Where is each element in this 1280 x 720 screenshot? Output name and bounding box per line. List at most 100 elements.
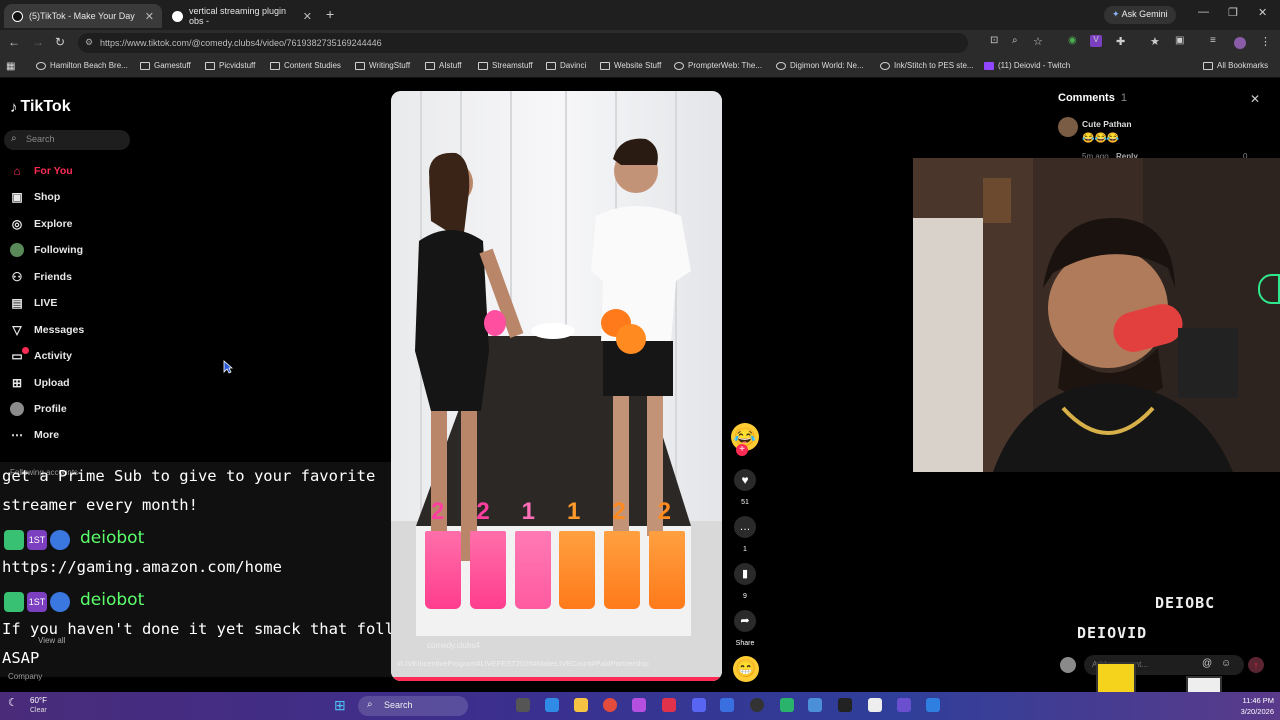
apps-grid-icon[interactable]: ▦: [6, 61, 15, 72]
tiktok-logo[interactable]: ♪ TikTok: [10, 98, 71, 116]
taskbar-search[interactable]: ⌕ Search: [358, 696, 468, 716]
close-comments-icon[interactable]: ✕: [1250, 92, 1260, 106]
bookmark-item[interactable]: (11) Deiovid - Twitch: [984, 61, 1070, 70]
app-icon[interactable]: [632, 698, 646, 712]
bookmark-folder[interactable]: AIstuff: [425, 61, 462, 70]
nav-following[interactable]: Following: [10, 243, 83, 257]
bookmark-icon[interactable]: ▮: [734, 563, 756, 585]
downloads-icon[interactable]: ≡: [1210, 35, 1216, 46]
edge-icon[interactable]: [545, 698, 559, 712]
close-tab-icon[interactable]: ✕: [303, 10, 312, 23]
commenter-name[interactable]: Cute Pathan: [1082, 119, 1132, 129]
ask-gemini-button[interactable]: ✦ Ask Gemini: [1104, 6, 1176, 24]
all-bookmarks[interactable]: All Bookmarks: [1203, 61, 1268, 70]
emoji-icon[interactable]: ☺: [1221, 658, 1231, 669]
bookmark-item[interactable]: Ink/Stitch to PES ste...: [880, 61, 974, 70]
bookmark-folder[interactable]: WritingStuff: [355, 61, 410, 70]
bookmarks-icon[interactable]: ★: [1150, 35, 1160, 48]
mention-at-icon[interactable]: @: [1202, 658, 1212, 669]
stream-chat-overlay: Following accounts View all get a Prime …: [0, 462, 413, 677]
commenter-avatar[interactable]: [1058, 117, 1078, 137]
video-hashtags[interactable]: #LIVEIncentiveProgram#LIVEFEST2026#MakeL…: [397, 659, 717, 668]
nav-upload[interactable]: ⊞ Upload: [10, 376, 70, 390]
app-icon[interactable]: [720, 698, 734, 712]
menu-kebab-icon[interactable]: ⋮: [1260, 35, 1271, 48]
url-field[interactable]: ⚙ https://www.tiktok.com/@comedy.clubs4/…: [78, 33, 968, 53]
bookmark-item[interactable]: Digimon World: Ne...: [776, 61, 864, 70]
clock-time[interactable]: 11:46 PM: [1230, 696, 1274, 705]
folder-icon: [546, 61, 556, 70]
post-comment-icon[interactable]: ↑: [1248, 657, 1264, 673]
windows-start-icon[interactable]: ⊞: [334, 697, 346, 714]
new-tab-icon[interactable]: +: [326, 6, 334, 22]
nav-messages[interactable]: ▽ Messages: [10, 323, 84, 337]
bookmark-item[interactable]: PrompterWeb: The...: [674, 61, 762, 70]
share-arrow-icon[interactable]: ➦: [734, 610, 756, 632]
nav-activity[interactable]: ▭ Activity: [10, 349, 72, 363]
comment-icon[interactable]: …: [734, 516, 756, 538]
nav-profile[interactable]: Profile: [10, 402, 67, 416]
install-app-icon[interactable]: ⊡: [990, 35, 998, 46]
bookmark-folder[interactable]: Gamestuff: [140, 61, 191, 70]
app-icon[interactable]: [808, 698, 822, 712]
discord-icon[interactable]: [692, 698, 706, 712]
bookmark-item[interactable]: Hamilton Beach Bre...: [36, 61, 128, 70]
like-heart-icon[interactable]: ♥: [734, 469, 756, 491]
bookmark-folder[interactable]: Content Studies: [270, 61, 341, 70]
extension-v-icon[interactable]: V: [1090, 35, 1102, 47]
restore-icon[interactable]: ❐: [1228, 6, 1238, 19]
file-explorer-icon[interactable]: [574, 698, 588, 712]
nav-label: For You: [34, 165, 73, 177]
app-icon[interactable]: [926, 698, 940, 712]
back-icon[interactable]: ←: [8, 35, 20, 49]
nav-for-you[interactable]: ⌂ For You: [10, 164, 73, 178]
chrome-icon[interactable]: [603, 698, 617, 712]
app-icon[interactable]: [868, 698, 882, 712]
tab-search[interactable]: vertical streaming plugin obs - ✕: [164, 4, 320, 28]
weather-temp[interactable]: 60°F: [30, 696, 47, 705]
nav-live[interactable]: ▤ LIVE: [10, 296, 57, 310]
tab-tiktok[interactable]: (5)TikTok - Make Your Day ✕: [4, 4, 162, 28]
folder-icon: [425, 61, 435, 70]
side-panel-icon[interactable]: ▣: [1175, 35, 1184, 46]
app-icon[interactable]: [838, 698, 852, 712]
reload-icon[interactable]: ↻: [55, 35, 65, 49]
search-input[interactable]: ⌕ Search: [4, 130, 130, 150]
upload-plus-icon: ⊞: [11, 376, 23, 390]
extensions-puzzle-icon[interactable]: ✚: [1116, 35, 1125, 48]
obs-icon[interactable]: [750, 698, 764, 712]
video-progress-bar[interactable]: [391, 677, 722, 681]
app-icon[interactable]: [780, 698, 794, 712]
video-player[interactable]: 2 2 1 1 2 2 comedy.clubs4 #LIVEIncentive…: [391, 91, 722, 681]
music-disc-icon[interactable]: 😁: [733, 656, 759, 682]
folder-icon: [478, 61, 488, 70]
nav-shop[interactable]: ▣ Shop: [10, 190, 60, 204]
bookmark-folder[interactable]: Davinci: [546, 61, 586, 70]
nav-friends[interactable]: ⚇ Friends: [10, 270, 72, 284]
app-icon[interactable]: [662, 698, 676, 712]
bookmark-folder[interactable]: Streamstuff: [478, 61, 533, 70]
browser-tab-bar: (5)TikTok - Make Your Day ✕ vertical str…: [0, 0, 1280, 30]
score-digit: 1: [521, 498, 536, 525]
shop-bag-icon: ▣: [11, 190, 23, 204]
bookmark-folder[interactable]: Website Stuff: [600, 61, 661, 70]
tiktok-favicon-icon: [12, 10, 23, 22]
clock-date[interactable]: 3/20/2026: [1230, 707, 1274, 716]
zoom-icon[interactable]: ⌕: [1012, 35, 1018, 46]
nav-more[interactable]: ⋯ More: [10, 428, 59, 442]
close-window-icon[interactable]: ✕: [1258, 6, 1267, 19]
extension-phone-icon[interactable]: ◉: [1068, 35, 1077, 46]
bookmark-folder[interactable]: Picvidstuff: [205, 61, 255, 70]
bookmark-label: Digimon World: Ne...: [790, 61, 864, 70]
minimize-icon[interactable]: —: [1198, 6, 1209, 18]
forward-icon[interactable]: →: [32, 35, 44, 49]
profile-avatar[interactable]: [1234, 37, 1246, 49]
follow-plus-icon[interactable]: +: [736, 444, 748, 456]
close-tab-icon[interactable]: ✕: [145, 10, 154, 23]
app-icon[interactable]: [897, 698, 911, 712]
task-view-icon[interactable]: [516, 698, 530, 712]
bookmark-star-icon[interactable]: ☆: [1033, 35, 1043, 48]
company-link[interactable]: Company: [8, 672, 42, 681]
site-info-icon[interactable]: ⚙: [85, 37, 93, 48]
nav-explore[interactable]: ◎ Explore: [10, 217, 73, 231]
